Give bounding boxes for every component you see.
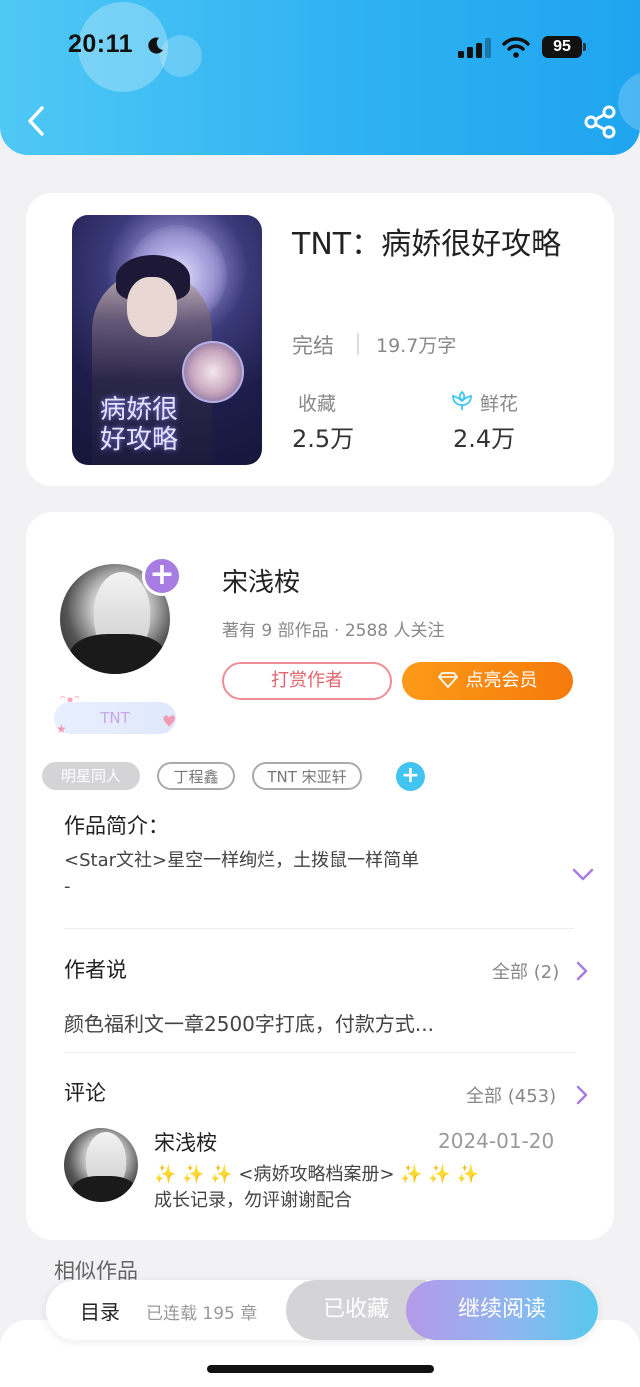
author-says-title: 作者说 [64, 958, 127, 982]
status-time: 20:11 [68, 30, 134, 58]
author-card: + ᵔᴥᵔ TNT ♥ ★ 宋浅桉 著有 9 部作品 · 2588 人关注 打赏… [26, 512, 614, 1240]
tip-author-button[interactable]: 打赏作者 [222, 662, 392, 700]
book-cover[interactable]: 病娇很 好攻略 [72, 215, 262, 465]
intro-line: - [64, 876, 71, 897]
comment-line: ✨ ✨ ✨ <病娇攻略档案册> ✨ ✨ ✨ [154, 1164, 479, 1185]
signal-icon [458, 38, 491, 58]
add-tag-button[interactable]: + [396, 762, 425, 791]
book-status: 完结 [292, 334, 334, 358]
continue-reading-button[interactable]: 继续阅读 [406, 1280, 598, 1340]
follow-button[interactable]: + [142, 556, 182, 596]
moon-icon [148, 37, 163, 54]
author-meta: 著有 9 部作品 · 2588 人关注 [222, 621, 445, 641]
comments-see-all[interactable]: 全部 (453) [466, 1082, 556, 1108]
battery-indicator: 95 [542, 36, 582, 58]
commenter-avatar[interactable] [64, 1128, 138, 1202]
comment-line: 成长记录，勿评谢谢配合 [154, 1190, 352, 1211]
share-button[interactable] [582, 104, 618, 140]
intro-line: <Star文社>星空一样绚烂，土拨鼠一样简单 [64, 850, 420, 871]
back-button[interactable] [22, 102, 50, 140]
fan-badge: TNT [54, 702, 176, 734]
book-info-card: 病娇很 好攻略 TNT：病娇很好攻略 完结 19.7万字 收藏 2.5万 鲜花 … [26, 193, 614, 486]
intro-text: <Star文社>星空一样绚烂，土拨鼠一样简单 - [64, 848, 524, 900]
tag-genre[interactable]: 明星同人 [42, 762, 140, 790]
vip-label: 点亮会员 [465, 670, 538, 691]
star-icon: ★ [56, 722, 67, 736]
tag-character[interactable]: 丁程鑫 [157, 762, 235, 790]
comments-title: 评论 [64, 1081, 106, 1105]
home-indicator [207, 1365, 434, 1373]
comment-text[interactable]: ✨ ✨ ✨ <病娇攻略档案册> ✨ ✨ ✨ 成长记录，勿评谢谢配合 [154, 1162, 574, 1214]
flower-icon [452, 390, 472, 410]
heart-icon: ♥ [162, 712, 177, 731]
author-says-text[interactable]: 颜色福利文一章2500字打底，付款方式... [64, 1008, 434, 1037]
author-name[interactable]: 宋浅桉 [222, 562, 300, 599]
divider [64, 1052, 574, 1053]
divider [357, 333, 359, 355]
word-count: 19.7万字 [376, 335, 457, 357]
decor-bubble [618, 72, 640, 132]
cover-face [127, 277, 177, 337]
cover-title: 病娇很 好攻略 [100, 395, 179, 455]
avatar-body [72, 1176, 136, 1202]
book-title: TNT：病娇很好攻略 [292, 227, 562, 262]
commenter-name[interactable]: 宋浅桉 [154, 1127, 217, 1157]
comment-date: 2024-01-20 [438, 1129, 555, 1153]
bottom-action-bar: 目录 已连载 195 章 已收藏 继续阅读 [46, 1280, 598, 1340]
toc-button[interactable]: 目录 [80, 1296, 120, 1325]
collected-button[interactable]: 已收藏 [286, 1280, 426, 1340]
cover-portrait [182, 341, 244, 403]
serial-status: 已连载 195 章 [146, 1304, 258, 1324]
divider [64, 928, 574, 929]
wifi-icon [502, 37, 530, 58]
decor-bubble [160, 35, 202, 77]
flowers-label: 鲜花 [480, 393, 519, 415]
tag-character[interactable]: TNT 宋亚轩 [252, 762, 362, 790]
favorites-count: 2.5万 [292, 425, 355, 453]
battery-nub [583, 43, 586, 51]
top-header [0, 0, 640, 155]
chevron-right-icon[interactable] [576, 1085, 588, 1105]
chevron-right-icon[interactable] [576, 961, 588, 981]
diamond-icon [437, 672, 458, 688]
intro-title: 作品简介： [64, 814, 169, 838]
avatar-body [70, 634, 165, 674]
flowers-count: 2.4万 [453, 425, 516, 453]
chevron-down-icon[interactable] [572, 868, 594, 882]
author-says-see-all[interactable]: 全部 (2) [492, 958, 559, 984]
favorites-label: 收藏 [298, 393, 337, 415]
vip-button[interactable]: 点亮会员 [402, 662, 573, 700]
